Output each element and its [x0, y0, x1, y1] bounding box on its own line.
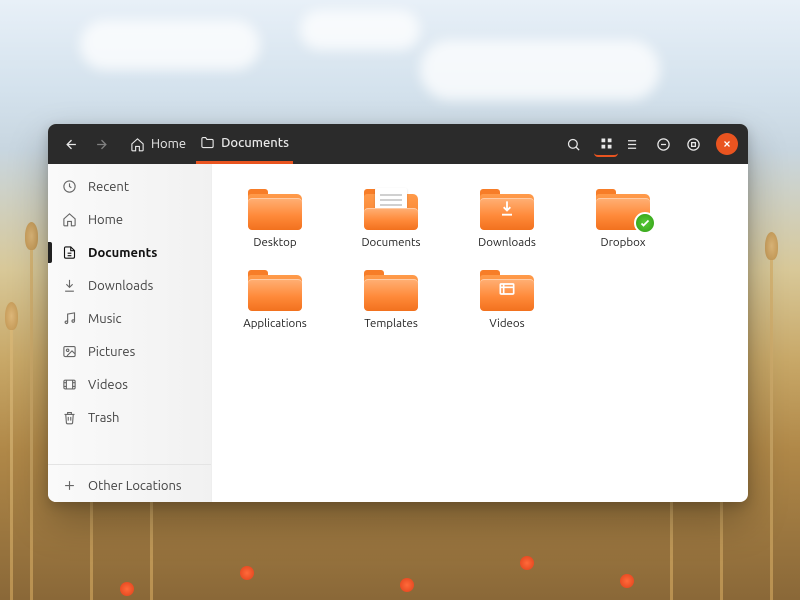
sidebar-item-label: Documents	[88, 246, 157, 260]
folder-icon	[248, 186, 302, 230]
home-icon	[62, 212, 77, 227]
video-icon	[62, 377, 77, 392]
folder-label: Dropbox	[600, 236, 645, 249]
sidebar-item-recent[interactable]: Recent	[48, 170, 211, 203]
view-toggle	[594, 131, 642, 157]
folder-icon	[480, 186, 534, 230]
folder-dropbox[interactable]: Dropbox	[580, 186, 666, 249]
sidebar-item-videos[interactable]: Videos	[48, 368, 211, 401]
plus-icon	[62, 478, 77, 493]
folder-videos[interactable]: Videos	[464, 267, 550, 330]
folder-label: Templates	[364, 317, 418, 330]
breadcrumb-label: Home	[151, 137, 186, 151]
sidebar-item-label: Videos	[88, 378, 128, 392]
sidebar: Recent Home Documents Downloads Music Pi…	[48, 164, 212, 502]
breadcrumb-label: Documents	[221, 136, 289, 150]
maximize-button[interactable]	[680, 131, 706, 157]
file-manager-window: Home Documents	[48, 124, 748, 502]
sidebar-item-label: Recent	[88, 180, 129, 194]
sidebar-item-label: Pictures	[88, 345, 135, 359]
breadcrumb: Home Documents	[126, 124, 293, 164]
download-icon	[480, 186, 534, 230]
folder-grid: Desktop Documents Downloads	[212, 164, 748, 502]
back-button[interactable]	[58, 131, 84, 157]
sidebar-item-label: Home	[88, 213, 123, 227]
grid-view-button[interactable]	[594, 131, 618, 157]
trash-icon	[62, 410, 77, 425]
folder-label: Desktop	[253, 236, 296, 249]
sidebar-item-label: Trash	[88, 411, 119, 425]
folder-icon	[364, 267, 418, 311]
forward-button[interactable]	[88, 131, 114, 157]
list-view-button[interactable]	[618, 131, 642, 157]
minimize-button[interactable]	[650, 131, 676, 157]
sidebar-item-label: Downloads	[88, 279, 153, 293]
sidebar-item-home[interactable]: Home	[48, 203, 211, 236]
folder-downloads[interactable]: Downloads	[464, 186, 550, 249]
folder-label: Documents	[361, 236, 420, 249]
sync-ok-badge	[634, 212, 656, 234]
divider	[48, 464, 211, 465]
music-icon	[62, 311, 77, 326]
breadcrumb-home[interactable]: Home	[126, 124, 190, 164]
clock-icon	[62, 179, 77, 194]
folder-label: Videos	[489, 317, 524, 330]
folder-documents[interactable]: Documents	[348, 186, 434, 249]
sidebar-item-label: Other Locations	[88, 479, 182, 493]
folder-templates[interactable]: Templates	[348, 267, 434, 330]
search-button[interactable]	[560, 131, 586, 157]
sidebar-item-documents[interactable]: Documents	[48, 236, 211, 269]
breadcrumb-documents[interactable]: Documents	[196, 124, 293, 164]
close-button[interactable]	[716, 133, 738, 155]
sidebar-item-music[interactable]: Music	[48, 302, 211, 335]
download-icon	[62, 278, 77, 293]
folder-label: Applications	[243, 317, 307, 330]
folder-icon	[248, 267, 302, 311]
sidebar-item-pictures[interactable]: Pictures	[48, 335, 211, 368]
folder-icon	[480, 267, 534, 311]
sidebar-item-other-locations[interactable]: Other Locations	[48, 469, 211, 502]
document-icon	[62, 245, 77, 260]
sidebar-item-label: Music	[88, 312, 122, 326]
folder-label: Downloads	[478, 236, 536, 249]
sidebar-item-downloads[interactable]: Downloads	[48, 269, 211, 302]
video-icon	[480, 267, 534, 311]
picture-icon	[62, 344, 77, 359]
sidebar-item-trash[interactable]: Trash	[48, 401, 211, 434]
folder-icon	[364, 186, 418, 230]
folder-desktop[interactable]: Desktop	[232, 186, 318, 249]
titlebar: Home Documents	[48, 124, 748, 164]
folder-icon	[596, 186, 650, 230]
folder-applications[interactable]: Applications	[232, 267, 318, 330]
